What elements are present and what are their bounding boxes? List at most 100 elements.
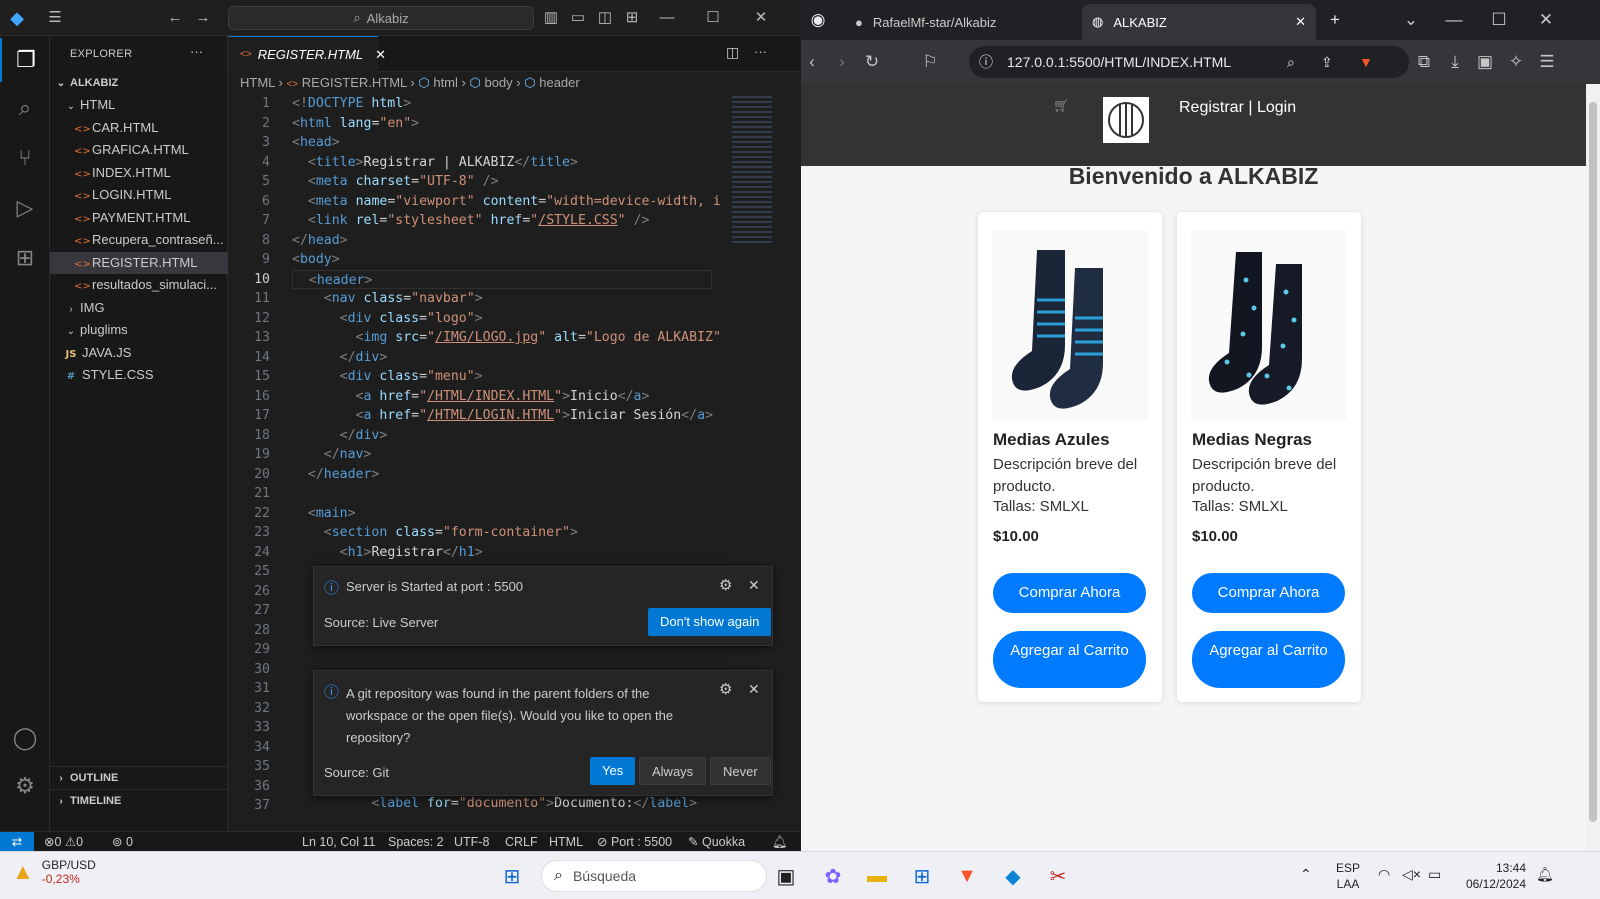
site-info-icon[interactable]: ⓘ <box>979 46 993 78</box>
close-icon[interactable]: ✕ <box>750 8 772 28</box>
indentation[interactable]: Spaces: 2 <box>388 832 444 852</box>
search-icon[interactable]: ⌕ <box>0 86 50 130</box>
menu-icon[interactable]: ☰ <box>44 8 66 28</box>
address-bar[interactable]: ⓘ 127.0.0.1:5500/HTML/INDEX.HTML ⌕ ⇪ ▼ <box>969 46 1409 78</box>
explorer-icon[interactable]: ❐ <box>0 38 50 82</box>
taskbar-search[interactable]: ⌕ Búsqueda <box>541 860 767 892</box>
menu-icon[interactable]: ☰ <box>1536 52 1558 72</box>
minimize-icon[interactable]: — <box>1443 10 1465 30</box>
tree-item-html-folder[interactable]: ⌄ HTML <box>50 94 228 116</box>
buy-now-button[interactable]: Comprar Ahora <box>993 573 1146 613</box>
show-hidden-icons-icon[interactable]: ⌃ <box>1300 866 1312 883</box>
toggle-sidebar-icon[interactable]: ▥ <box>540 8 562 28</box>
more-actions-icon[interactable]: ··· <box>754 44 767 59</box>
bookmark-icon[interactable]: ⚐ <box>919 52 941 72</box>
volume-muted-icon[interactable]: ◁× <box>1402 866 1421 883</box>
add-to-cart-button[interactable]: Agregar al Carrito <box>993 631 1146 688</box>
forward-arrow-icon[interactable]: → <box>192 8 214 28</box>
tree-item-resultados[interactable]: <>resultados_simulaci... <box>50 274 228 296</box>
close-icon[interactable]: ✕ <box>748 681 760 698</box>
yes-button[interactable]: Yes <box>590 757 636 785</box>
store-icon[interactable]: ⊞ <box>906 860 938 892</box>
maximize-icon[interactable]: ☐ <box>702 8 724 28</box>
language-mode[interactable]: HTML <box>549 832 583 852</box>
brave-shields-icon[interactable]: ▼ <box>1359 46 1373 78</box>
more-actions-icon[interactable]: ··· <box>190 44 203 59</box>
input-language[interactable]: ESP LAA <box>1336 860 1360 892</box>
always-button[interactable]: Always <box>639 757 707 785</box>
command-center-search[interactable]: ⌕ Alkabiz <box>228 6 534 30</box>
tree-item-register[interactable]: <>REGISTER.HTML <box>50 252 228 274</box>
task-view-icon[interactable]: ▣ <box>770 860 802 892</box>
tab-list-chevron-icon[interactable]: ⌄ <box>1400 10 1422 30</box>
notification-bell-icon[interactable]: 🔔︎ <box>1536 866 1554 883</box>
widgets-ticker[interactable]: ▲ GBP/USD -0,23% <box>12 858 96 886</box>
brave-browser-icon[interactable]: ▼ <box>951 860 983 892</box>
tree-item-pluglims-folder[interactable]: ⌄ pluglims <box>50 319 228 341</box>
tree-item-grafica[interactable]: <>GRAFICA.HTML <box>50 139 228 161</box>
toggle-panel-icon[interactable]: ▭ <box>567 8 589 28</box>
tab-search-icon[interactable]: ◉ <box>807 10 829 30</box>
forward-icon[interactable]: › <box>831 52 853 72</box>
root-folder[interactable]: ⌄ ALKABIZ <box>50 72 228 94</box>
tree-item-img-folder[interactable]: › IMG <box>50 297 228 319</box>
tree-item-java-js[interactable]: JS JAVA.JS <box>50 342 228 364</box>
wifi-icon[interactable]: ◠ <box>1378 866 1390 883</box>
file-explorer-icon[interactable]: ▬ <box>861 860 893 892</box>
cursor-position[interactable]: Ln 10, Col 11 <box>302 832 375 852</box>
extensions-icon[interactable]: ⊞ <box>0 236 50 280</box>
never-button[interactable]: Never <box>710 757 771 785</box>
copilot-icon[interactable]: ✿ <box>817 860 849 892</box>
share-icon[interactable]: ⇪ <box>1321 46 1333 78</box>
snipping-tool-icon[interactable]: ✂ <box>1042 860 1074 892</box>
tree-item-index[interactable]: <>INDEX.HTML <box>50 162 228 184</box>
encoding[interactable]: UTF-8 <box>454 832 489 852</box>
extensions-icon[interactable]: ⧉ <box>1413 52 1435 72</box>
breadcrumb-item[interactable]: header <box>539 75 579 90</box>
close-tab-icon[interactable]: ✕ <box>375 47 386 63</box>
ports-indicator[interactable]: ⊚ 0 <box>112 832 133 852</box>
maximize-icon[interactable]: ☐ <box>1488 10 1510 30</box>
tab-github[interactable]: ● RafaelMf-star/Alkabiz <box>845 4 1077 40</box>
gear-icon[interactable]: ⚙ <box>719 576 732 594</box>
close-icon[interactable]: ✕ <box>1535 10 1557 30</box>
download-icon[interactable]: ⤓ <box>1444 52 1466 72</box>
tree-item-payment[interactable]: <>PAYMENT.HTML <box>50 207 228 229</box>
tree-item-login[interactable]: <>LOGIN.HTML <box>50 184 228 206</box>
tab-register-html[interactable]: <> REGISTER.HTML ✕ <box>228 36 386 72</box>
tree-item-recupera[interactable]: <>Recupera_contraseñ... <box>50 229 228 251</box>
tree-item-car[interactable]: <>CAR.HTML <box>50 117 228 139</box>
timeline-section[interactable]: › TIMELINE <box>50 789 228 811</box>
tree-item-style-css[interactable]: # STYLE.CSS <box>50 364 228 386</box>
breadcrumb-item[interactable]: HTML <box>240 75 275 90</box>
nav-links[interactable]: Registrar | Login <box>1179 99 1296 117</box>
leo-ai-icon[interactable]: ✧ <box>1505 52 1527 72</box>
close-icon[interactable]: ✕ <box>748 577 760 594</box>
page-scrollbar[interactable] <box>1586 84 1600 851</box>
new-tab-icon[interactable]: + <box>1324 10 1346 30</box>
clock[interactable]: 13:44 06/12/2024 <box>1458 860 1526 892</box>
account-icon[interactable]: ◯ <box>0 716 50 760</box>
back-arrow-icon[interactable]: ← <box>164 8 186 28</box>
breadcrumb-item[interactable]: html <box>433 75 458 90</box>
vscode-taskbar-icon[interactable]: ◆ <box>997 860 1029 892</box>
quokka-status[interactable]: ✎ Quokka <box>688 832 745 852</box>
line-ending[interactable]: CRLF <box>505 832 538 852</box>
sidebar-icon[interactable]: ▣ <box>1474 52 1496 72</box>
reload-icon[interactable]: ↻ <box>861 52 883 72</box>
remote-icon[interactable]: ⇄ <box>0 832 34 852</box>
scrollbar-thumb[interactable] <box>1589 102 1597 822</box>
split-editor-icon[interactable]: ◫ <box>726 44 739 61</box>
customize-layout-icon[interactable]: ⊞ <box>621 8 643 28</box>
toggle-secondary-sidebar-icon[interactable]: ◫ <box>594 8 616 28</box>
back-icon[interactable]: ‹ <box>801 52 823 72</box>
cart-icon[interactable]: 🛒︎ <box>1053 98 1070 114</box>
dont-show-again-button[interactable]: Don't show again <box>648 608 772 636</box>
settings-gear-icon[interactable]: ⚙ <box>0 764 50 808</box>
live-server-port[interactable]: ⊘ Port : 5500 <box>597 832 672 852</box>
buy-now-button[interactable]: Comprar Ahora <box>1192 573 1345 613</box>
zoom-icon[interactable]: ⌕ <box>1287 46 1295 78</box>
tab-alkabiz[interactable]: ◍ ALKABIZ ✕ <box>1082 4 1316 40</box>
breadcrumb-item[interactable]: body <box>484 75 512 90</box>
add-to-cart-button[interactable]: Agregar al Carrito <box>1192 631 1345 688</box>
